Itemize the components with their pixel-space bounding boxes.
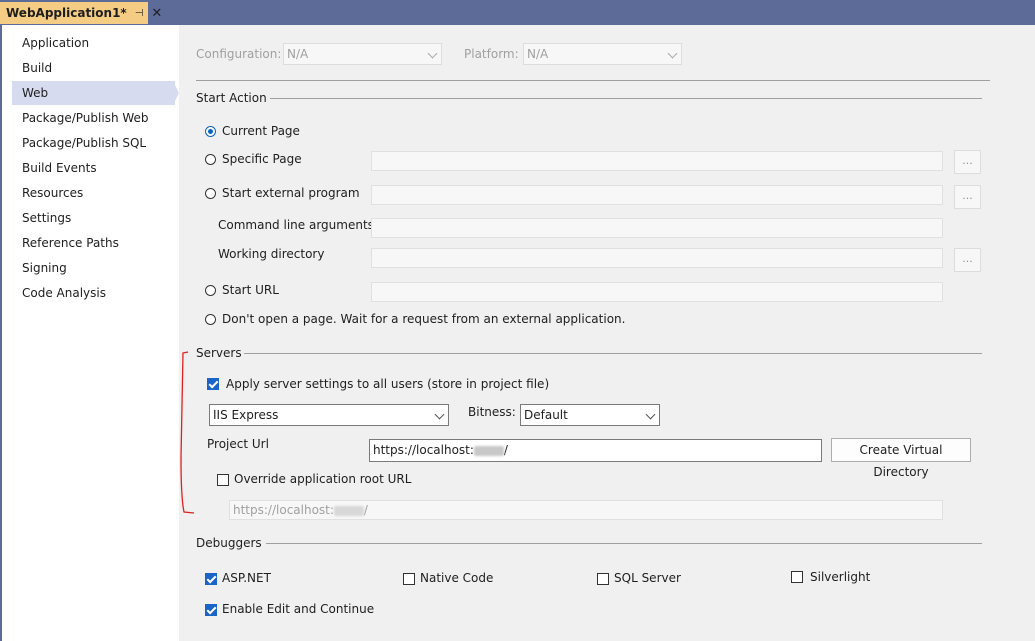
aspnet-label: ASP.NET bbox=[222, 571, 271, 585]
sidebar-item-signing[interactable]: Signing bbox=[12, 256, 175, 280]
start-action-heading: Start Action bbox=[196, 91, 267, 105]
sidebar-item-resources[interactable]: Resources bbox=[12, 181, 175, 205]
chevron-down-icon bbox=[667, 48, 678, 59]
sidebar-item-code-analysis[interactable]: Code Analysis bbox=[12, 281, 175, 305]
servers-divider bbox=[244, 353, 982, 354]
document-tab-title: WebApplication1* bbox=[6, 6, 127, 20]
current-page-radio[interactable] bbox=[205, 126, 216, 137]
native-code-label: Native Code bbox=[420, 571, 494, 585]
server-dropdown[interactable]: IIS Express bbox=[209, 404, 449, 426]
configuration-value: N/A bbox=[287, 47, 309, 61]
pin-icon[interactable]: ⊣ bbox=[135, 8, 144, 19]
project-url-prefix: https://localhost: bbox=[373, 443, 474, 457]
sidebar-item-build[interactable]: Build bbox=[12, 56, 175, 80]
working-directory-input[interactable] bbox=[371, 248, 943, 268]
chevron-down-icon bbox=[434, 409, 445, 420]
server-value: IIS Express bbox=[213, 408, 279, 422]
sidebar-item-web[interactable]: Web bbox=[12, 81, 175, 105]
aspnet-checkbox[interactable] bbox=[205, 573, 217, 585]
external-program-browse-button[interactable]: ... bbox=[954, 185, 981, 209]
selected-item-arrow bbox=[173, 81, 179, 105]
bitness-value: Default bbox=[524, 408, 568, 422]
sidebar-item-build-events[interactable]: Build Events bbox=[12, 156, 175, 180]
bitness-dropdown[interactable]: Default bbox=[520, 404, 660, 426]
debuggers-divider bbox=[266, 543, 982, 544]
close-icon[interactable]: ✕ bbox=[151, 7, 162, 20]
edit-continue-checkbox[interactable] bbox=[205, 604, 217, 616]
current-page-label: Current Page bbox=[222, 124, 300, 138]
working-directory-browse-button[interactable]: ... bbox=[954, 248, 981, 272]
project-url-label: Project Url bbox=[207, 437, 269, 451]
apply-server-settings-label: Apply server settings to all users (stor… bbox=[226, 377, 550, 391]
override-url-prefix: https://localhost: bbox=[233, 503, 334, 517]
start-url-label: Start URL bbox=[222, 283, 279, 297]
apply-server-settings-checkbox[interactable] bbox=[207, 378, 219, 390]
external-program-input[interactable] bbox=[371, 185, 943, 205]
override-root-url-checkbox[interactable] bbox=[217, 474, 229, 486]
redacted-port bbox=[333, 505, 364, 516]
command-line-arguments-input[interactable] bbox=[371, 218, 943, 238]
platform-dropdown[interactable]: N/A bbox=[523, 43, 682, 65]
header-divider bbox=[196, 80, 990, 81]
configuration-dropdown[interactable]: N/A bbox=[283, 43, 442, 65]
project-url-input[interactable]: https://localhost: / bbox=[369, 439, 822, 462]
debuggers-heading: Debuggers bbox=[196, 536, 262, 550]
specific-page-browse-button[interactable]: ... bbox=[954, 150, 981, 174]
bitness-label: Bitness: bbox=[468, 405, 516, 419]
redacted-port bbox=[473, 445, 504, 456]
servers-heading: Servers bbox=[196, 346, 242, 360]
project-url-suffix: / bbox=[503, 443, 508, 457]
chevron-down-icon bbox=[645, 409, 656, 420]
sidebar-item-settings[interactable]: Settings bbox=[12, 206, 175, 230]
start-action-divider bbox=[270, 98, 982, 99]
sidebar-item-package-publish-web[interactable]: Package/Publish Web bbox=[12, 106, 175, 130]
override-root-url-input[interactable]: https://localhost: / bbox=[229, 500, 943, 520]
sidebar-item-application[interactable]: Application bbox=[12, 31, 175, 55]
chevron-down-icon bbox=[427, 48, 438, 59]
configuration-label: Configuration: bbox=[196, 47, 282, 61]
sidebar-item-package-publish-sql[interactable]: Package/Publish SQL bbox=[12, 131, 175, 155]
dont-open-radio[interactable] bbox=[205, 314, 216, 325]
sql-server-label: SQL Server bbox=[614, 571, 681, 585]
start-external-program-radio[interactable] bbox=[205, 188, 216, 199]
create-virtual-directory-button[interactable]: Create Virtual Directory bbox=[831, 438, 971, 479]
override-url-suffix: / bbox=[363, 503, 368, 517]
edit-continue-label: Enable Edit and Continue bbox=[222, 602, 375, 616]
platform-label: Platform: bbox=[464, 47, 519, 61]
override-root-url-label: Override application root URL bbox=[234, 472, 412, 486]
platform-value: N/A bbox=[527, 47, 549, 61]
annotation-bracket bbox=[180, 351, 195, 514]
sql-server-checkbox[interactable] bbox=[597, 573, 609, 585]
silverlight-label: Silverlight bbox=[810, 570, 871, 584]
specific-page-label: Specific Page bbox=[222, 152, 302, 166]
sidebar-item-reference-paths[interactable]: Reference Paths bbox=[12, 231, 175, 255]
dont-open-label: Don't open a page. Wait for a request fr… bbox=[222, 312, 626, 326]
specific-page-input[interactable] bbox=[371, 151, 943, 171]
start-external-program-label: Start external program bbox=[222, 186, 360, 200]
silverlight-checkbox[interactable] bbox=[791, 571, 803, 583]
working-directory-label: Working directory bbox=[218, 247, 325, 261]
document-tab[interactable]: WebApplication1* ⊣ ✕ bbox=[0, 2, 162, 24]
command-line-arguments-label: Command line arguments bbox=[218, 218, 374, 232]
specific-page-radio[interactable] bbox=[205, 154, 216, 165]
sidebar: Application Build Web Package/Publish We… bbox=[0, 25, 179, 641]
start-url-input[interactable] bbox=[371, 282, 943, 302]
native-code-checkbox[interactable] bbox=[403, 573, 415, 585]
start-url-radio[interactable] bbox=[205, 285, 216, 296]
